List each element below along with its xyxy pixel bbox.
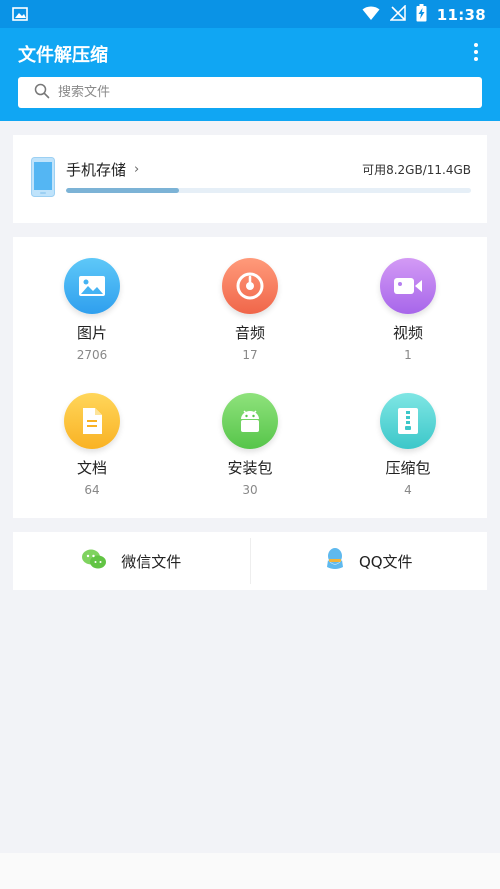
video-camera-icon [380,258,436,314]
storage-progress-bar [66,188,471,193]
battery-charging-icon [416,4,427,26]
category-images[interactable]: 图片 2706 [32,258,152,362]
qq-icon [325,547,345,575]
status-time: 11:38 [436,6,486,24]
category-grid: 图片 2706 音频 17 视频 1 文档 64 安装包 30 压缩包 4 [13,237,487,518]
category-label: 文档 [76,459,107,477]
qq-files-button[interactable]: QQ文件 [251,532,488,590]
signal-off-icon [388,4,406,25]
category-count: 64 [84,483,100,497]
category-label: 视频 [392,324,423,342]
search-input[interactable] [58,85,458,100]
app-title: 文件解压缩 [18,45,108,66]
category-count: 2706 [76,348,108,362]
category-label: 图片 [76,324,107,342]
more-vert-icon[interactable] [466,40,486,64]
wifi-icon [362,5,380,25]
category-label: 压缩包 [385,459,431,477]
bottom-area [0,853,500,889]
category-count: 1 [404,348,412,362]
search-icon [34,83,50,103]
quick-link-label: 微信文件 [121,552,182,571]
phone-icon [31,157,55,201]
category-count: 30 [242,483,258,497]
music-disc-icon [222,258,278,314]
category-documents[interactable]: 文档 64 [32,393,152,497]
search-box[interactable] [18,77,482,108]
category-apk[interactable]: 安装包 30 [190,393,310,497]
category-count: 17 [242,348,258,362]
storage-title-row[interactable]: 手机存储 › [66,159,139,180]
image-icon [64,258,120,314]
image-icon [12,6,28,25]
storage-title: 手机存储 [66,161,127,179]
quick-link-label: QQ文件 [358,552,413,571]
quick-links: 微信文件 QQ文件 [13,532,487,590]
category-audio[interactable]: 音频 17 [190,258,310,362]
category-count: 4 [404,483,412,497]
wechat-icon [81,548,107,574]
category-label: 安装包 [227,459,273,477]
wechat-files-button[interactable]: 微信文件 [13,532,250,590]
android-icon [222,393,278,449]
zip-archive-icon [380,393,436,449]
storage-usage: 可用8.2GB/11.4GB [362,163,471,177]
document-icon [64,393,120,449]
status-bar: 11:38 [0,0,500,28]
storage-progress-fill [66,188,180,193]
app-bar: 文件解压缩 [0,28,500,121]
category-archives[interactable]: 压缩包 4 [348,393,468,497]
phone-storage-card[interactable]: 手机存储 › 可用8.2GB/11.4GB [13,135,487,223]
category-video[interactable]: 视频 1 [348,258,468,362]
chevron-right-icon: › [134,162,140,177]
category-label: 音频 [234,324,265,342]
